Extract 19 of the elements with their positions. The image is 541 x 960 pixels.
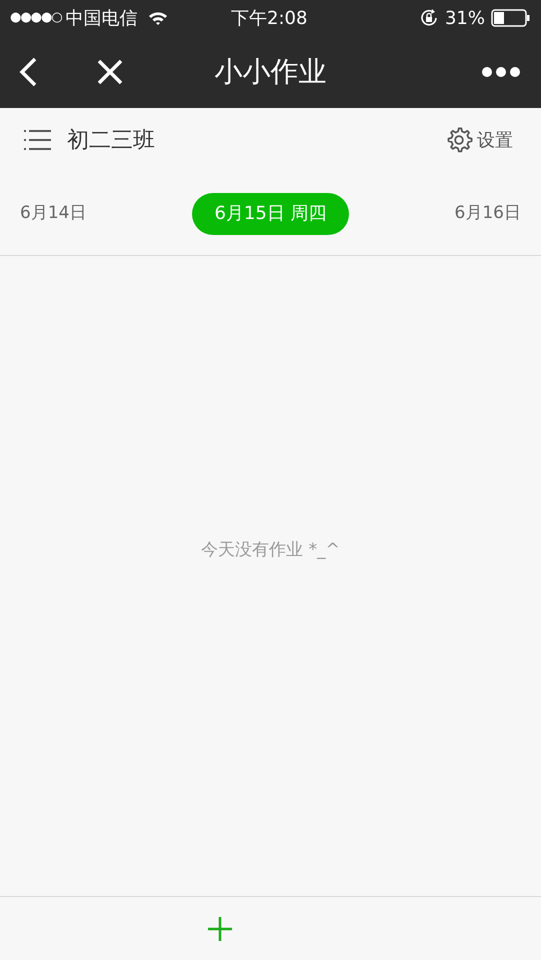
back-icon [19,57,37,87]
date-tab[interactable]: 6月14日 [20,192,86,234]
battery-icon [491,9,531,27]
empty-message: 今天没有作业 *_^ [201,539,340,562]
settings-button[interactable]: 设置 [445,126,513,154]
add-icon[interactable] [207,916,233,942]
list-icon[interactable] [24,129,52,151]
battery-percent: 31% [444,6,485,30]
carrier-name: 中国电信 [66,6,138,30]
close-icon [97,59,123,85]
more-icon [481,66,521,78]
clock-time: 下午2:08 [231,6,308,30]
date-tab[interactable]: 6月16日 [454,192,521,234]
settings-icon [445,126,473,154]
signal-dots: ●●●●○ [10,9,62,28]
class-name: 初二三班 [67,126,155,154]
rotation-lock-icon [418,8,439,28]
page-title: 小小作业 [214,54,326,90]
wifi-icon [148,10,168,26]
